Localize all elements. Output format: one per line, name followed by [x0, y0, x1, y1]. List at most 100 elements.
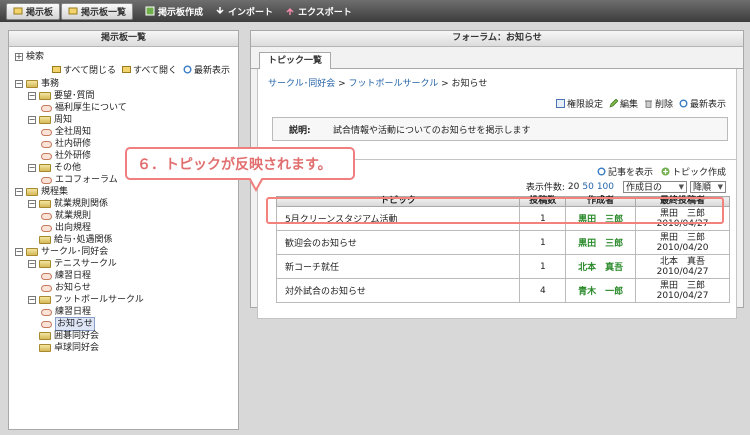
minus-icon[interactable]: − — [28, 164, 36, 172]
tree-item[interactable]: − テニスサークル — [15, 258, 232, 270]
minus-icon[interactable]: − — [15, 248, 23, 256]
tree-tools: すべて閉じる すべて開く 最新表示 — [15, 63, 232, 76]
tree-item[interactable]: 就業規則 — [15, 210, 232, 222]
trash-icon — [644, 99, 653, 108]
search-row[interactable]: + 検索 — [15, 51, 232, 63]
permission-button[interactable]: 権限設定 — [555, 97, 603, 110]
collapse-icon — [51, 65, 61, 74]
category-icon — [26, 188, 38, 196]
export-button[interactable]: エクスポート — [285, 5, 352, 18]
collapse-all-button[interactable]: すべて閉じる — [51, 63, 116, 76]
tab-board[interactable]: 掲示板 — [6, 2, 61, 20]
table-row[interactable]: 対外試合のお知らせ 4 青木 一郎 黒田 三郎 2010/04/27 — [275, 278, 730, 303]
category-icon — [26, 248, 38, 256]
edit-button[interactable]: 編集 — [609, 97, 638, 110]
refresh-icon — [183, 65, 192, 74]
board-icon — [41, 320, 52, 328]
count-100[interactable]: 100 — [597, 182, 614, 192]
refresh-icon — [679, 99, 688, 108]
expand-all-button[interactable]: すべて開く — [121, 63, 177, 76]
last-poster-cell: 黒田 三郎 2010/04/27 — [635, 278, 730, 303]
callout-text: ６．トピックが反映されます。 — [137, 156, 332, 173]
forum-body: サークル･同好会 > フットボールサークル > お知らせ 権限設定 編集 削除 … — [257, 69, 737, 319]
minus-icon[interactable]: − — [15, 188, 23, 196]
tree-item-label: お知らせ — [55, 283, 91, 293]
tree-item[interactable]: お知らせ — [15, 317, 232, 331]
tab-topic-list[interactable]: トピック一覧 — [259, 52, 332, 69]
refresh-button[interactable]: 最新表示 — [679, 97, 726, 110]
minus-icon[interactable]: − — [28, 92, 36, 100]
create-board-button[interactable]: 掲示板作成 — [145, 5, 203, 18]
tree-item[interactable]: 練習日程 — [15, 306, 232, 318]
tree-item-label: 社外研修 — [55, 151, 92, 161]
tree-item[interactable]: 卓球同好会 — [15, 342, 232, 354]
folder-icon — [39, 92, 51, 100]
tree-item-label: 規程集 — [41, 187, 69, 197]
board-icon — [41, 140, 52, 148]
sort-order-select[interactable]: 降順 ▼ — [690, 180, 726, 193]
board-icon — [41, 224, 52, 232]
tree-item-label: フットボールサークル — [54, 295, 144, 305]
tree-item-label: 囲碁同好会 — [54, 331, 100, 341]
import-button[interactable]: インポート — [215, 5, 273, 18]
tree-item[interactable]: − 規程集 — [15, 186, 232, 198]
sort-field-select[interactable]: 作成日の ▼ — [623, 180, 687, 193]
refresh-icon — [597, 167, 606, 176]
topic-cell[interactable]: 歓迎会のお知らせ — [275, 230, 521, 255]
board-tab-icon — [13, 6, 23, 16]
tree-item[interactable]: − 周知 — [15, 114, 232, 126]
count-50[interactable]: 50 — [582, 182, 593, 192]
chevron-down-icon: ▼ — [678, 182, 684, 191]
plus-icon[interactable]: + — [15, 53, 23, 61]
board-list-title: 掲示板一覧 — [9, 31, 238, 47]
show-articles-button[interactable]: 記事を表示 — [597, 165, 653, 178]
tree-item[interactable]: 練習日程 — [15, 270, 232, 282]
tab-board-list[interactable]: 掲示板一覧 — [61, 2, 134, 20]
count-20[interactable]: 20 — [568, 182, 579, 192]
tree-item-label: 社内研修 — [55, 139, 92, 149]
display-count-bar: 表示件数: 20 50 100 作成日の ▼ 降順 ▼ — [526, 180, 726, 193]
folder-icon — [39, 332, 51, 340]
tree-item-label: 福利厚生について — [55, 103, 127, 113]
forum-title: フォーラム：お知らせ — [251, 31, 743, 47]
tree-item[interactable]: 全社周知 — [15, 126, 232, 138]
tree-refresh-button[interactable]: 最新表示 — [183, 63, 230, 76]
permission-icon — [555, 99, 565, 108]
table-row[interactable]: 新コーチ就任 1 北本 真吾 北本 真吾 2010/04/27 — [275, 254, 730, 279]
callout-tail-inner — [250, 177, 262, 188]
tree-item[interactable]: − 要望･質問 — [15, 90, 232, 102]
author-cell: 青木 一郎 — [565, 278, 637, 303]
tree-item[interactable]: 給与･処遇関係 — [15, 234, 232, 246]
topic-cell[interactable]: 対外試合のお知らせ — [275, 278, 521, 303]
tree-item[interactable]: 福利厚生について — [15, 102, 232, 114]
minus-icon[interactable]: − — [15, 80, 23, 88]
last-poster-cell: 黒田 三郎 2010/04/20 — [635, 230, 730, 255]
tree-item[interactable]: − 事務 — [15, 78, 232, 90]
topic-cell[interactable]: 新コーチ就任 — [275, 254, 521, 279]
breadcrumb-current: お知らせ — [451, 79, 488, 89]
folder-icon — [39, 200, 51, 208]
breadcrumb-sep: > — [338, 79, 349, 89]
breadcrumb-circle[interactable]: サークル･同好会 — [268, 79, 335, 89]
breadcrumb-football[interactable]: フットボールサークル — [349, 79, 439, 89]
tree-item[interactable]: − フットボールサークル — [15, 294, 232, 306]
tree-item[interactable]: − 就業規則関係 — [15, 198, 232, 210]
tree-item[interactable]: 囲碁同好会 — [15, 330, 232, 342]
minus-icon[interactable]: − — [28, 296, 36, 304]
table-row[interactable]: 歓迎会のお知らせ 1 黒田 三郎 黒田 三郎 2010/04/20 — [275, 230, 730, 255]
tree-item-label: 就業規則 — [55, 211, 92, 221]
delete-button[interactable]: 削除 — [644, 97, 673, 110]
tree-item[interactable]: − サークル･同好会 — [15, 246, 232, 258]
minus-icon[interactable]: − — [28, 116, 36, 124]
tree-item[interactable]: お知らせ — [15, 282, 232, 294]
board-icon — [41, 272, 52, 280]
create-topic-button[interactable]: トピック作成 — [661, 165, 726, 178]
expand-icon — [121, 65, 131, 74]
highlight-frame — [266, 197, 724, 224]
tree-item[interactable]: 出向規程 — [15, 222, 232, 234]
board-icon — [41, 104, 52, 112]
tree-item-label: テニスサークル — [54, 259, 117, 269]
minus-icon[interactable]: − — [28, 200, 36, 208]
last-poster-name: 北本 真吾 — [660, 256, 706, 267]
minus-icon[interactable]: − — [28, 260, 36, 268]
